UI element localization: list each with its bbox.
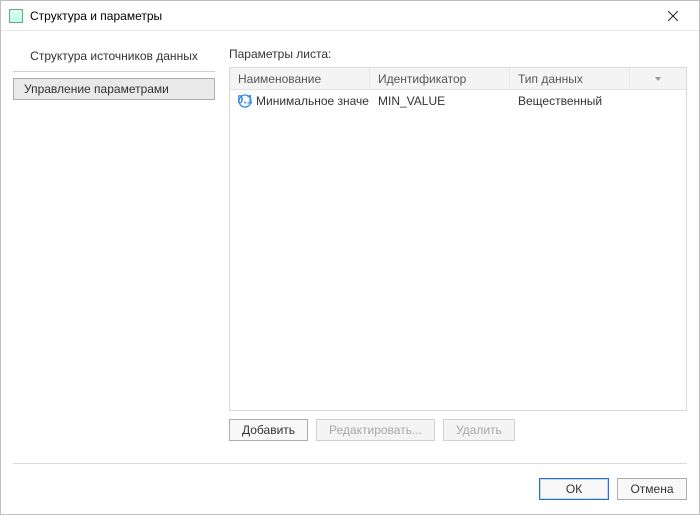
nav-manage-parameters[interactable]: Управление параметрами xyxy=(13,78,215,100)
table-row[interactable]: 0.1 Минимальное значе… MIN_VALUE Веществ… xyxy=(230,90,686,112)
dialog-footer: ОК Отмена xyxy=(1,464,699,514)
edit-button: Редактировать... xyxy=(316,419,435,441)
app-icon xyxy=(9,9,23,23)
row-type: Вещественный xyxy=(510,94,630,108)
grid-actions: Добавить Редактировать... Удалить xyxy=(229,411,687,441)
close-button[interactable] xyxy=(653,2,693,30)
row-id: MIN_VALUE xyxy=(370,94,510,108)
nav-manage-parameters-label: Управление параметрами xyxy=(24,82,169,96)
left-heading: Структура источников данных xyxy=(13,43,215,71)
grid-header: Наименование Идентификатор Тип данных xyxy=(230,68,686,90)
col-header-type[interactable]: Тип данных xyxy=(510,68,630,89)
right-heading: Параметры листа: xyxy=(229,43,687,67)
col-header-name[interactable]: Наименование xyxy=(230,68,370,89)
parameter-icon: 0.1 xyxy=(238,94,252,108)
delete-button: Удалить xyxy=(443,419,515,441)
col-header-id[interactable]: Идентификатор xyxy=(370,68,510,89)
dialog-body: Структура источников данных Управление п… xyxy=(1,31,699,441)
col-header-menu[interactable] xyxy=(630,68,686,89)
left-panel: Структура источников данных Управление п… xyxy=(13,43,215,441)
cancel-button[interactable]: Отмена xyxy=(617,478,687,500)
add-button[interactable]: Добавить xyxy=(229,419,308,441)
svg-text:0.1: 0.1 xyxy=(238,94,252,107)
right-panel: Параметры листа: Наименование Идентифика… xyxy=(229,43,687,441)
parameters-grid: Наименование Идентификатор Тип данных 0.… xyxy=(229,67,687,411)
titlebar: Структура и параметры xyxy=(1,1,699,31)
window-title: Структура и параметры xyxy=(30,9,653,23)
divider xyxy=(13,71,215,72)
chevron-down-icon xyxy=(655,77,661,81)
dialog-window: Структура и параметры Структура источник… xyxy=(0,0,700,515)
row-name: Минимальное значе… xyxy=(256,94,370,108)
ok-button[interactable]: ОК xyxy=(539,478,609,500)
